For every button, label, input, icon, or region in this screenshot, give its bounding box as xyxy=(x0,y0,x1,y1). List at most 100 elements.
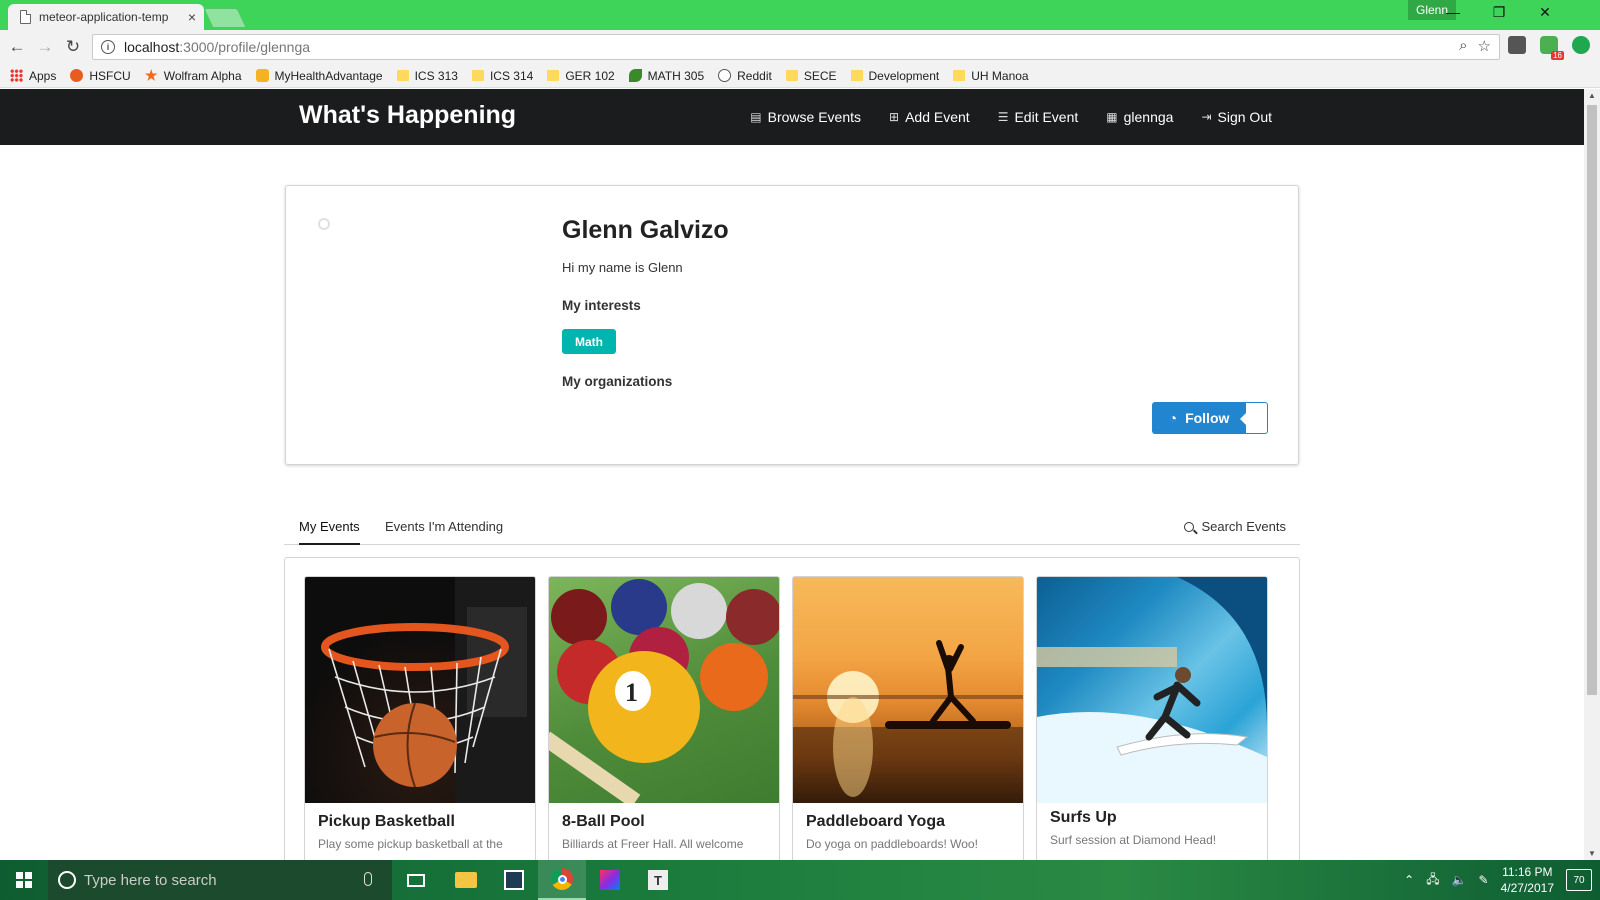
page-scrollbar[interactable]: ▲ ▼ xyxy=(1584,89,1600,860)
bookmark-math305[interactable]: MATH 305 xyxy=(628,69,704,83)
event-card[interactable]: 1 8-Ball Pool Billiards at Freer Hall. A… xyxy=(548,576,780,860)
bookmark-sece[interactable]: SECE xyxy=(785,69,837,83)
sign-out-icon: ⇥ xyxy=(1201,110,1212,124)
task-view-icon[interactable] xyxy=(392,860,440,900)
notification-center-icon[interactable]: 70 xyxy=(1566,869,1592,891)
bookmark-label: Reddit xyxy=(737,68,772,83)
taskbar-clock[interactable]: 11:16 PM 4/27/2017 xyxy=(1501,864,1554,896)
restore-icon[interactable]: ❐ xyxy=(1476,4,1522,21)
tab-close-icon[interactable]: × xyxy=(188,9,196,25)
avatar xyxy=(318,218,330,230)
event-description: Do yoga on paddleboards! Woo! xyxy=(806,837,978,851)
typora-icon[interactable]: T xyxy=(634,860,682,900)
minimize-icon[interactable]: — xyxy=(1430,4,1476,20)
site-navbar: What's Happening ▤ Browse Events ⊞ Add E… xyxy=(0,89,1584,145)
event-card[interactable]: Paddleboard Yoga Do yoga on paddleboards… xyxy=(792,576,1024,860)
taskbar-search[interactable]: Type here to search xyxy=(48,860,392,900)
bookmark-reddit[interactable]: Reddit xyxy=(718,69,772,83)
notification-count: 70 xyxy=(1573,874,1585,886)
forward-icon[interactable]: → xyxy=(34,36,56,58)
address-bar[interactable]: i localhost :3000/profile/glennga ⌕ ☆ xyxy=(92,34,1500,60)
extension-badge-count: 16 xyxy=(1551,51,1564,60)
bookmark-uh-manoa[interactable]: UH Manoa xyxy=(953,69,1029,83)
bookmark-label: GER 102 xyxy=(565,68,615,83)
nav-user-profile[interactable]: ▦ glennga xyxy=(1106,109,1173,125)
event-title: Paddleboard Yoga xyxy=(806,813,945,830)
page-viewport: What's Happening ▤ Browse Events ⊞ Add E… xyxy=(0,89,1584,860)
update-icon[interactable] xyxy=(1572,36,1590,54)
file-explorer-icon[interactable] xyxy=(442,860,490,900)
nav-label: Edit Event xyxy=(1014,109,1079,125)
events-tabs: My Events Events I'm Attending Search Ev… xyxy=(284,511,1300,545)
svg-text:1: 1 xyxy=(625,678,638,707)
nav-edit-event[interactable]: ☰ Edit Event xyxy=(998,109,1079,125)
network-icon[interactable]: 🖧 xyxy=(1426,870,1439,891)
chrome-icon[interactable] xyxy=(538,860,586,900)
close-window-icon[interactable]: ✕ xyxy=(1522,4,1568,21)
intellij-icon[interactable] xyxy=(586,860,634,900)
microphone-icon[interactable] xyxy=(364,872,372,886)
browser-tab[interactable]: meteor-application-temp × xyxy=(8,4,204,30)
bookmark-development[interactable]: Development xyxy=(850,69,939,83)
folder-icon xyxy=(471,70,484,81)
profile-name: Glenn Galvizo xyxy=(562,216,729,244)
folder-icon xyxy=(850,70,863,81)
bookmark-wolfram[interactable]: Wolfram Alpha xyxy=(144,69,242,83)
cortana-icon xyxy=(58,871,76,889)
zoom-search-icon[interactable]: ⌕ xyxy=(1459,37,1467,55)
nav-add-event[interactable]: ⊞ Add Event xyxy=(889,109,970,125)
search-events-label: Search Events xyxy=(1201,519,1286,534)
bookmark-ger102[interactable]: GER 102 xyxy=(547,68,615,83)
reddit-icon xyxy=(718,69,732,82)
follow-button[interactable]: ◔ Follow xyxy=(1152,402,1246,434)
bookmark-ics314[interactable]: ICS 314 xyxy=(471,68,534,83)
list-icon: ▤ xyxy=(750,110,762,124)
nav-browse-events[interactable]: ▤ Browse Events xyxy=(750,109,861,125)
profile-bio: Hi my name is Glenn xyxy=(562,260,683,275)
browser-titlebar: meteor-application-temp × Glenn — ❐ ✕ xyxy=(0,0,1600,30)
scroll-down-icon[interactable]: ▼ xyxy=(1588,849,1596,858)
tab-events-attending[interactable]: Events I'm Attending xyxy=(385,519,503,534)
follow-button-group[interactable]: ◔ Follow xyxy=(1152,402,1268,434)
folder-icon xyxy=(396,70,409,81)
info-icon[interactable]: i xyxy=(101,40,115,54)
bookmark-label: MyHealthAdvantage xyxy=(274,68,383,83)
tab-my-events[interactable]: My Events xyxy=(299,519,360,545)
interest-tag[interactable]: Math xyxy=(562,329,616,354)
clock-date: 4/27/2017 xyxy=(1500,881,1554,895)
sliders-icon: ☰ xyxy=(997,110,1009,124)
event-title: Surfs Up xyxy=(1050,809,1117,826)
event-description: Play some pickup basketball at the xyxy=(318,837,503,851)
extension-badge-icon[interactable]: 16 xyxy=(1540,36,1564,60)
site-brand[interactable]: What's Happening xyxy=(299,101,516,130)
event-card[interactable]: Surfs Up Surf session at Diamond Head! xyxy=(1036,576,1268,860)
bookmark-ics313[interactable]: ICS 313 xyxy=(396,69,458,83)
start-button[interactable] xyxy=(0,860,48,900)
volume-icon[interactable]: 🔈 xyxy=(1452,873,1467,887)
new-tab-button[interactable] xyxy=(203,8,247,28)
pen-icon[interactable]: ✎ xyxy=(1479,873,1489,887)
bookmark-star-icon[interactable]: ☆ xyxy=(1478,37,1491,55)
calendar-plus-icon: ⊞ xyxy=(889,110,900,124)
event-card[interactable]: Pickup Basketball Play some pickup baske… xyxy=(304,576,536,860)
reload-icon[interactable]: ↻ xyxy=(62,36,84,58)
editor-app-icon[interactable] xyxy=(490,860,538,900)
url-path: :3000/profile/glennga xyxy=(179,39,311,55)
pocket-extension-icon[interactable] xyxy=(1508,36,1526,54)
profile-card: Glenn Galvizo Hi my name is Glenn My int… xyxy=(285,185,1299,465)
bookmark-myhealth[interactable]: MyHealthAdvantage xyxy=(255,68,383,83)
back-icon[interactable]: ← xyxy=(6,36,28,58)
bookmark-label: ICS 314 xyxy=(489,68,534,83)
bookmark-label: Apps xyxy=(29,68,57,83)
bookmark-apps[interactable]: Apps xyxy=(10,69,56,83)
taskbar-search-placeholder: Type here to search xyxy=(84,871,217,889)
folder-icon xyxy=(953,70,966,81)
scroll-up-icon[interactable]: ▲ xyxy=(1588,91,1596,100)
bookmark-hsfcu[interactable]: HSFCU xyxy=(70,69,131,83)
tray-expand-icon[interactable]: ⌃ xyxy=(1404,873,1414,887)
url-host: localhost xyxy=(124,39,180,55)
search-events-button[interactable]: Search Events xyxy=(1184,519,1286,534)
organizations-heading: My organizations xyxy=(562,374,673,389)
nav-sign-out[interactable]: ⇥ Sign Out xyxy=(1201,109,1272,125)
scroll-thumb[interactable] xyxy=(1587,105,1597,695)
